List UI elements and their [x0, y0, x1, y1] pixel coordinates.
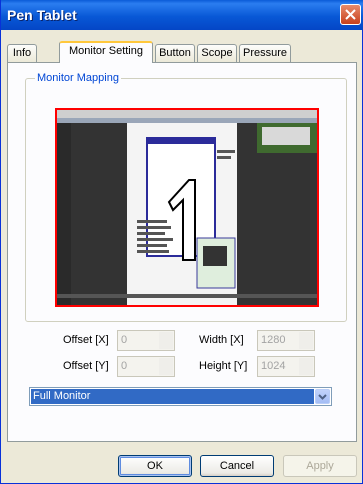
offset-y-field[interactable]: 0 — [117, 356, 175, 377]
width-x-field[interactable]: 1280 — [257, 330, 315, 351]
offset-y-spinner[interactable] — [159, 358, 173, 375]
width-x-label: Width [X] — [199, 334, 244, 346]
offset-x-spinner[interactable] — [159, 332, 173, 349]
close-button[interactable] — [340, 4, 361, 25]
tab-pressure[interactable]: Pressure — [239, 44, 291, 62]
ok-button[interactable]: OK — [118, 455, 192, 477]
offset-y-label: Offset [Y] — [63, 360, 109, 372]
pen-tablet-dialog: Pen Tablet Info Monitor Setting Button S… — [0, 0, 363, 484]
monitor-mapping-label: Monitor Mapping — [35, 72, 121, 84]
chevron-down-icon — [318, 394, 327, 400]
height-y-spinner[interactable] — [299, 358, 313, 375]
height-y-label: Height [Y] — [199, 360, 248, 372]
cancel-button[interactable]: Cancel — [200, 455, 274, 477]
offset-x-label: Offset [X] — [63, 334, 109, 346]
screen-thumbnail — [57, 110, 317, 305]
close-icon — [345, 9, 356, 20]
tab-button[interactable]: Button — [155, 44, 195, 62]
height-y-field[interactable]: 1024 — [257, 356, 315, 377]
window-title: Pen Tablet — [7, 7, 77, 23]
monitor-select-value: Full Monitor — [31, 389, 314, 404]
tab-info[interactable]: Info — [7, 44, 37, 62]
offset-x-field[interactable]: 0 — [117, 330, 175, 351]
title-bar[interactable]: Pen Tablet — [1, 0, 363, 30]
width-x-spinner[interactable] — [299, 332, 313, 349]
dropdown-button[interactable] — [315, 389, 330, 404]
monitor-mapping-preview[interactable] — [55, 108, 319, 307]
tab-monitor-setting[interactable]: Monitor Setting — [59, 41, 153, 63]
apply-button[interactable]: Apply — [283, 455, 357, 477]
monitor-select[interactable]: Full Monitor — [29, 387, 332, 406]
tab-scope[interactable]: Scope — [197, 44, 237, 62]
